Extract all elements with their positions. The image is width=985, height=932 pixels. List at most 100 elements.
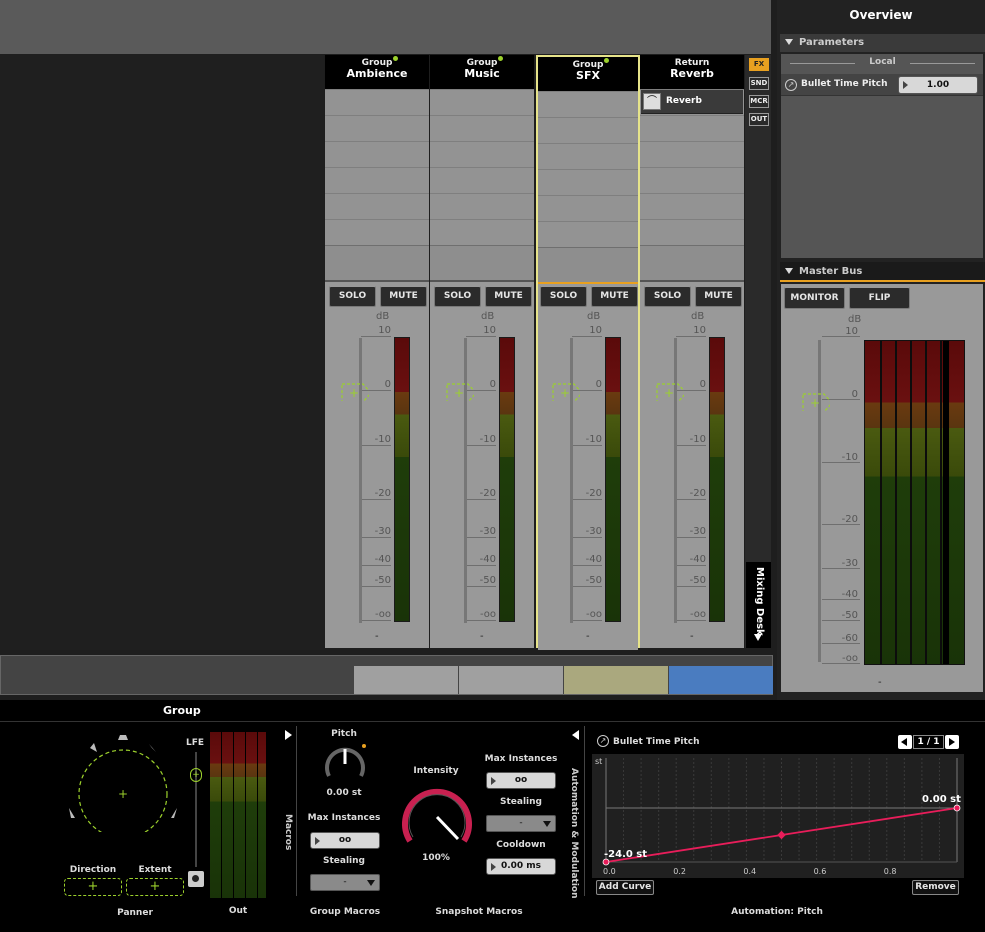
timeline-reverb[interactable]	[669, 666, 773, 694]
effect-slot[interactable]	[538, 117, 638, 143]
cooldown-value: 0.00 ms	[500, 861, 542, 871]
effect-slot[interactable]	[430, 193, 534, 219]
out-tab[interactable]: OUT	[749, 113, 769, 126]
effect-slot[interactable]	[430, 167, 534, 193]
fader-track	[359, 338, 362, 623]
fader-handle[interactable]: +	[446, 383, 474, 401]
mute-button[interactable]: MUTE	[485, 286, 532, 307]
expand-macros-icon[interactable]	[285, 730, 292, 740]
effect-slot[interactable]	[538, 91, 638, 117]
macros-divider	[296, 726, 297, 896]
effect-slot[interactable]	[538, 221, 638, 247]
chevron-down-icon	[754, 634, 762, 641]
meter-divider	[895, 341, 897, 664]
scale-label: 10	[589, 325, 602, 336]
level-meter	[499, 337, 515, 622]
speaker-icon[interactable]	[188, 871, 204, 887]
fader-handle[interactable]: +	[552, 383, 580, 401]
fader-handle[interactable]: +	[341, 383, 369, 401]
insert-area	[325, 245, 429, 281]
flip-button[interactable]: FLIP	[849, 287, 910, 309]
local-label: Local	[869, 57, 896, 67]
caret-down-icon	[785, 39, 793, 45]
effect-slot[interactable]	[538, 143, 638, 169]
scale-label: -10	[479, 434, 496, 445]
snapshot-max-instances-value: oo	[514, 775, 528, 785]
effect-slot[interactable]	[430, 219, 534, 245]
solo-button[interactable]: SOLO	[329, 286, 376, 307]
pitch-value: 0.00 st	[326, 788, 362, 798]
strip-header[interactable]: Group SFX	[538, 57, 638, 91]
parameter-row[interactable]: ↗ Bullet Time Pitch 1.00	[781, 74, 983, 96]
effect-slot[interactable]	[325, 89, 429, 115]
reverb-effect[interactable]: ⌒ Reverb	[641, 90, 743, 114]
mcr-tab[interactable]: MCR	[749, 95, 769, 108]
mute-button[interactable]: MUTE	[591, 286, 638, 307]
effect-slot[interactable]	[430, 89, 534, 115]
monitor-button[interactable]: MONITOR	[784, 287, 845, 309]
local-divider-right	[910, 63, 975, 64]
effect-slot[interactable]	[430, 141, 534, 167]
fader-handle[interactable]: +	[656, 383, 684, 401]
effect-slot[interactable]	[640, 167, 744, 193]
parameters-header[interactable]: Parameters	[780, 34, 985, 52]
effect-slot[interactable]	[640, 219, 744, 245]
mute-button[interactable]: MUTE	[695, 286, 742, 307]
scale-tick	[822, 568, 860, 569]
timeline-music[interactable]	[459, 666, 563, 694]
effect-slot[interactable]	[325, 167, 429, 193]
strip-header[interactable]: Group Music	[430, 55, 534, 89]
solo-button[interactable]: SOLO	[434, 286, 481, 307]
group-max-instances-field[interactable]: oo	[310, 832, 380, 849]
play-icon	[903, 81, 908, 89]
mute-button[interactable]: MUTE	[380, 286, 427, 307]
strip-header[interactable]: Return Reverb	[640, 55, 744, 89]
strip-value: -	[586, 631, 590, 642]
scale-label: -50	[585, 575, 602, 586]
effect-slot[interactable]	[640, 115, 744, 141]
direction-knob[interactable]: +	[64, 878, 122, 896]
timeline-sfx[interactable]	[564, 666, 668, 694]
parameter-name: Bullet Time Pitch	[801, 79, 888, 89]
scale-tick	[361, 565, 391, 566]
fx-tab[interactable]: FX	[749, 58, 769, 71]
cooldown-field[interactable]: 0.00 ms	[486, 858, 556, 875]
solo-button[interactable]: SOLO	[540, 286, 587, 307]
group-stealing-dropdown[interactable]: -	[310, 874, 380, 891]
curve-point[interactable]	[953, 804, 961, 812]
effect-slot[interactable]	[538, 195, 638, 221]
master-fader-handle[interactable]: +	[802, 393, 830, 411]
panner-widget[interactable]: +	[62, 732, 187, 832]
snapshot-max-instances-field[interactable]: oo	[486, 772, 556, 789]
solo-button[interactable]: SOLO	[644, 286, 691, 307]
pitch-knob[interactable]	[321, 742, 369, 786]
intensity-knob[interactable]	[398, 779, 476, 849]
lfe-handle[interactable]: +	[190, 768, 202, 782]
effect-slot[interactable]	[640, 193, 744, 219]
effect-slot[interactable]	[325, 219, 429, 245]
collapse-automation-icon[interactable]	[572, 730, 579, 740]
timeline-ambience[interactable]	[354, 666, 458, 694]
effect-slot[interactable]	[430, 115, 534, 141]
insert-area	[538, 247, 638, 283]
automation-graph[interactable]: st -24.0 st 0.00 st 0.0 0.2 0.4 0.6 0.8	[592, 754, 964, 878]
extent-knob[interactable]: +	[126, 878, 184, 896]
effect-slot[interactable]	[640, 141, 744, 167]
snapshot-stealing-dropdown[interactable]: -	[486, 815, 556, 832]
prev-page-button[interactable]	[898, 735, 912, 749]
meter-divider	[925, 341, 927, 664]
next-page-button[interactable]	[945, 735, 959, 749]
scale-label: -oo	[585, 609, 602, 620]
snd-tab[interactable]: SND	[749, 77, 769, 90]
effect-slot[interactable]	[325, 115, 429, 141]
effect-slot[interactable]	[325, 141, 429, 167]
parameter-value-field[interactable]: 1.00	[898, 76, 978, 94]
mixing-desk-tab[interactable]: Mixing Desk	[746, 562, 771, 648]
effect-slot[interactable]	[325, 193, 429, 219]
remove-button[interactable]: Remove	[912, 880, 959, 895]
effect-slot[interactable]	[538, 169, 638, 195]
add-curve-button[interactable]: Add Curve	[596, 880, 654, 895]
master-bus-header[interactable]: Master Bus	[780, 262, 985, 282]
scale-tick	[676, 620, 706, 621]
strip-header[interactable]: Group Ambience	[325, 55, 429, 89]
